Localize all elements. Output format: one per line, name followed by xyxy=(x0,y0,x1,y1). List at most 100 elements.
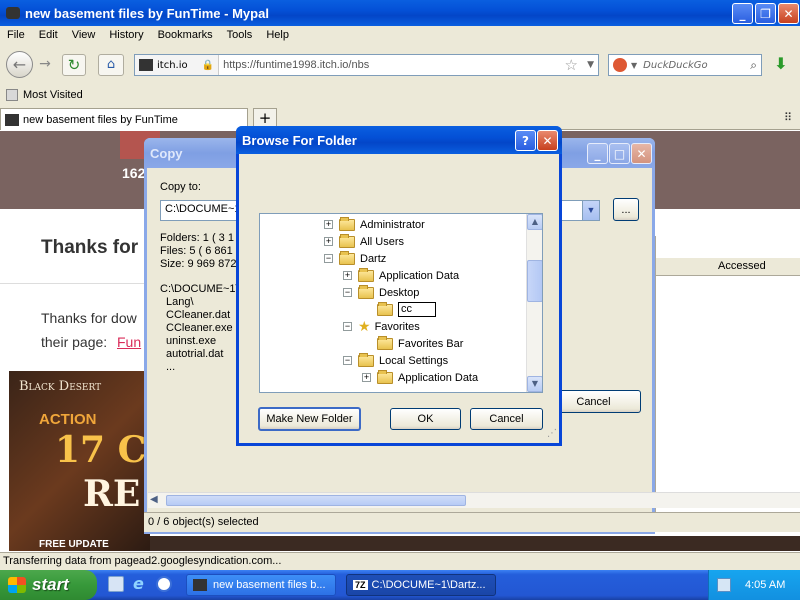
reload-button[interactable]: ↻ xyxy=(62,54,86,76)
expand-icon[interactable]: + xyxy=(343,271,352,280)
expand-icon[interactable]: + xyxy=(324,237,333,246)
menu-tools[interactable]: Tools xyxy=(227,29,253,46)
copy-minimize-button[interactable]: _ xyxy=(587,143,608,164)
tree-item-label: All Users xyxy=(360,235,405,248)
quicklaunch-desktop-icon[interactable] xyxy=(108,576,124,592)
collapse-icon[interactable]: − xyxy=(324,254,333,263)
clock: 4:05 AM xyxy=(745,579,786,591)
accessed-label: Accessed xyxy=(718,260,766,272)
scroll-left-icon[interactable]: ◀ xyxy=(150,494,158,505)
tree-item-application-data[interactable]: + Application Data xyxy=(343,267,459,284)
list-item: CCleaner.exe xyxy=(166,322,233,334)
menu-edit[interactable]: Edit xyxy=(39,29,58,46)
menu-history[interactable]: History xyxy=(109,29,143,46)
taskbar-browser-label: new basement files b... xyxy=(213,579,326,591)
tree-item-dartz[interactable]: − Dartz xyxy=(324,250,386,267)
taskbar-item-7zip[interactable]: 7Z C:\DOCUME~1\Dartz... xyxy=(346,574,496,596)
browser-status-bar: Transferring data from pagead2.googlesyn… xyxy=(0,552,800,570)
folder-tree[interactable]: + Administrator + All Users − Dartz + Applic… xyxy=(259,213,543,393)
tree-item-administrator[interactable]: + Administrator xyxy=(324,216,425,233)
browse-close-button[interactable]: ✕ xyxy=(537,130,558,151)
tree-vertical-scrollbar[interactable]: ▲ ▼ xyxy=(526,214,542,392)
taskbar-item-browser[interactable]: new basement files b... xyxy=(186,574,336,596)
expand-icon[interactable]: + xyxy=(362,373,371,382)
star-icon[interactable]: ☆ xyxy=(565,56,578,74)
resize-grip-icon[interactable]: ⋰ xyxy=(547,428,557,439)
browse-cancel-button[interactable]: Cancel xyxy=(470,408,543,430)
search-engine-dropdown-icon[interactable]: ▼ xyxy=(631,61,637,70)
browser-restore-button[interactable]: ❐ xyxy=(755,3,776,24)
tree-item-cc[interactable]: cc xyxy=(377,301,436,318)
tree-item-all-users[interactable]: + All Users xyxy=(324,233,404,250)
copy-path-dropdown-button[interactable]: ▼ xyxy=(582,201,599,220)
quicklaunch-ie-icon[interactable]: e xyxy=(133,574,144,593)
horizontal-scroll-thumb[interactable] xyxy=(166,495,466,506)
tree-item-favorites-bar[interactable]: Favorites Bar xyxy=(377,335,463,352)
url-dropdown-icon[interactable]: ▼ xyxy=(587,60,594,70)
taskbar-7zip-label: C:\DOCUME~1\Dartz... xyxy=(371,579,486,591)
collapse-icon[interactable]: − xyxy=(343,356,352,365)
scroll-down-button[interactable]: ▼ xyxy=(527,376,542,392)
status-text: Transferring data from pagead2.googlesyn… xyxy=(3,555,282,567)
forward-button[interactable]: → xyxy=(35,56,55,74)
browser-tab[interactable]: new basement files by FunTime xyxy=(0,108,248,130)
scroll-up-button[interactable]: ▲ xyxy=(527,214,542,230)
url-text: https://funtime1998.itch.io/nbs xyxy=(223,59,370,71)
menu-file[interactable]: File xyxy=(7,29,25,46)
rename-input[interactable]: cc xyxy=(398,302,436,317)
browse-help-button[interactable]: ? xyxy=(515,130,536,151)
tab-list-icon[interactable]: ⠿ xyxy=(784,111,792,124)
windows-logo-icon xyxy=(8,577,26,593)
copy-close-button[interactable]: ✕ xyxy=(631,143,652,164)
browse-dialog: Browse For Folder ? ✕ + Administrator + Al… xyxy=(236,126,562,446)
tree-item-label: Application Data xyxy=(398,371,479,384)
ad-banner[interactable]: Black Desert ACTION 17 C RE FREE UPDATE xyxy=(9,371,150,551)
browse-title: Browse For Folder xyxy=(242,132,357,148)
column-header-accessed[interactable]: Accessed xyxy=(655,258,800,276)
horizontal-scrollbar[interactable]: ◀ xyxy=(148,492,800,508)
menu-view[interactable]: View xyxy=(72,29,96,46)
make-new-folder-button[interactable]: Make New Folder xyxy=(258,407,361,431)
ok-button[interactable]: OK xyxy=(390,408,461,430)
home-button[interactable]: ⌂ xyxy=(98,54,124,76)
menu-help[interactable]: Help xyxy=(266,29,289,46)
copy-to-label: Copy to: xyxy=(160,181,201,193)
tree-item-local-settings[interactable]: − Local Settings xyxy=(343,352,448,369)
copy-title: Copy xyxy=(150,145,183,161)
vertical-scroll-thumb[interactable] xyxy=(527,260,542,302)
list-item: uninst.exe xyxy=(166,335,217,347)
menu-bookmarks[interactable]: Bookmarks xyxy=(158,29,213,46)
browser-close-button[interactable]: ✕ xyxy=(778,3,799,24)
folder-icon xyxy=(377,301,393,316)
new-tab-button[interactable]: + xyxy=(253,108,277,128)
tree-item-favorites[interactable]: − ★ Favorites xyxy=(343,318,420,335)
copy-maximize-button[interactable]: □ xyxy=(609,143,630,164)
copy-browse-button[interactable]: ... xyxy=(613,198,639,221)
tree-item-local-app-data[interactable]: + Application Data xyxy=(362,369,478,386)
collapse-icon[interactable]: − xyxy=(343,322,352,331)
tree-item-label: Application Data xyxy=(379,269,460,282)
start-button[interactable]: start xyxy=(0,570,97,600)
bookmark-most-visited[interactable]: Most Visited xyxy=(23,89,83,101)
taskbar-7zip-icon: 7Z xyxy=(353,580,368,590)
collapse-icon[interactable]: − xyxy=(343,288,352,297)
download-button[interactable]: ⬇ xyxy=(768,54,794,76)
browser-minimize-button[interactable]: _ xyxy=(732,3,753,24)
expand-icon[interactable]: + xyxy=(324,220,333,229)
list-item: Lang\ xyxy=(166,296,194,308)
search-icon[interactable]: ⌕ xyxy=(750,58,757,73)
folder-icon xyxy=(339,250,355,265)
site-identity[interactable]: itch.io 🔒 xyxy=(135,55,220,75)
system-tray: 4:05 AM xyxy=(708,570,800,600)
search-bar[interactable]: ▼ DuckDuckGo ⌕ xyxy=(608,54,762,76)
page-body-2: their page: xyxy=(41,334,108,350)
ad-bottom: FREE UPDATE xyxy=(39,539,109,550)
back-button[interactable]: ← xyxy=(6,51,33,78)
tray-network-icon[interactable] xyxy=(717,578,731,592)
tree-item-desktop[interactable]: − Desktop xyxy=(343,284,419,301)
page-link[interactable]: Fun xyxy=(117,334,141,350)
url-bar[interactable]: itch.io 🔒 https://funtime1998.itch.io/nb… xyxy=(134,54,599,76)
copy-size-stat: Size: 9 969 872 xyxy=(160,258,237,270)
quicklaunch-media-icon[interactable] xyxy=(156,576,172,592)
tree-item-label: Dartz xyxy=(360,252,387,265)
